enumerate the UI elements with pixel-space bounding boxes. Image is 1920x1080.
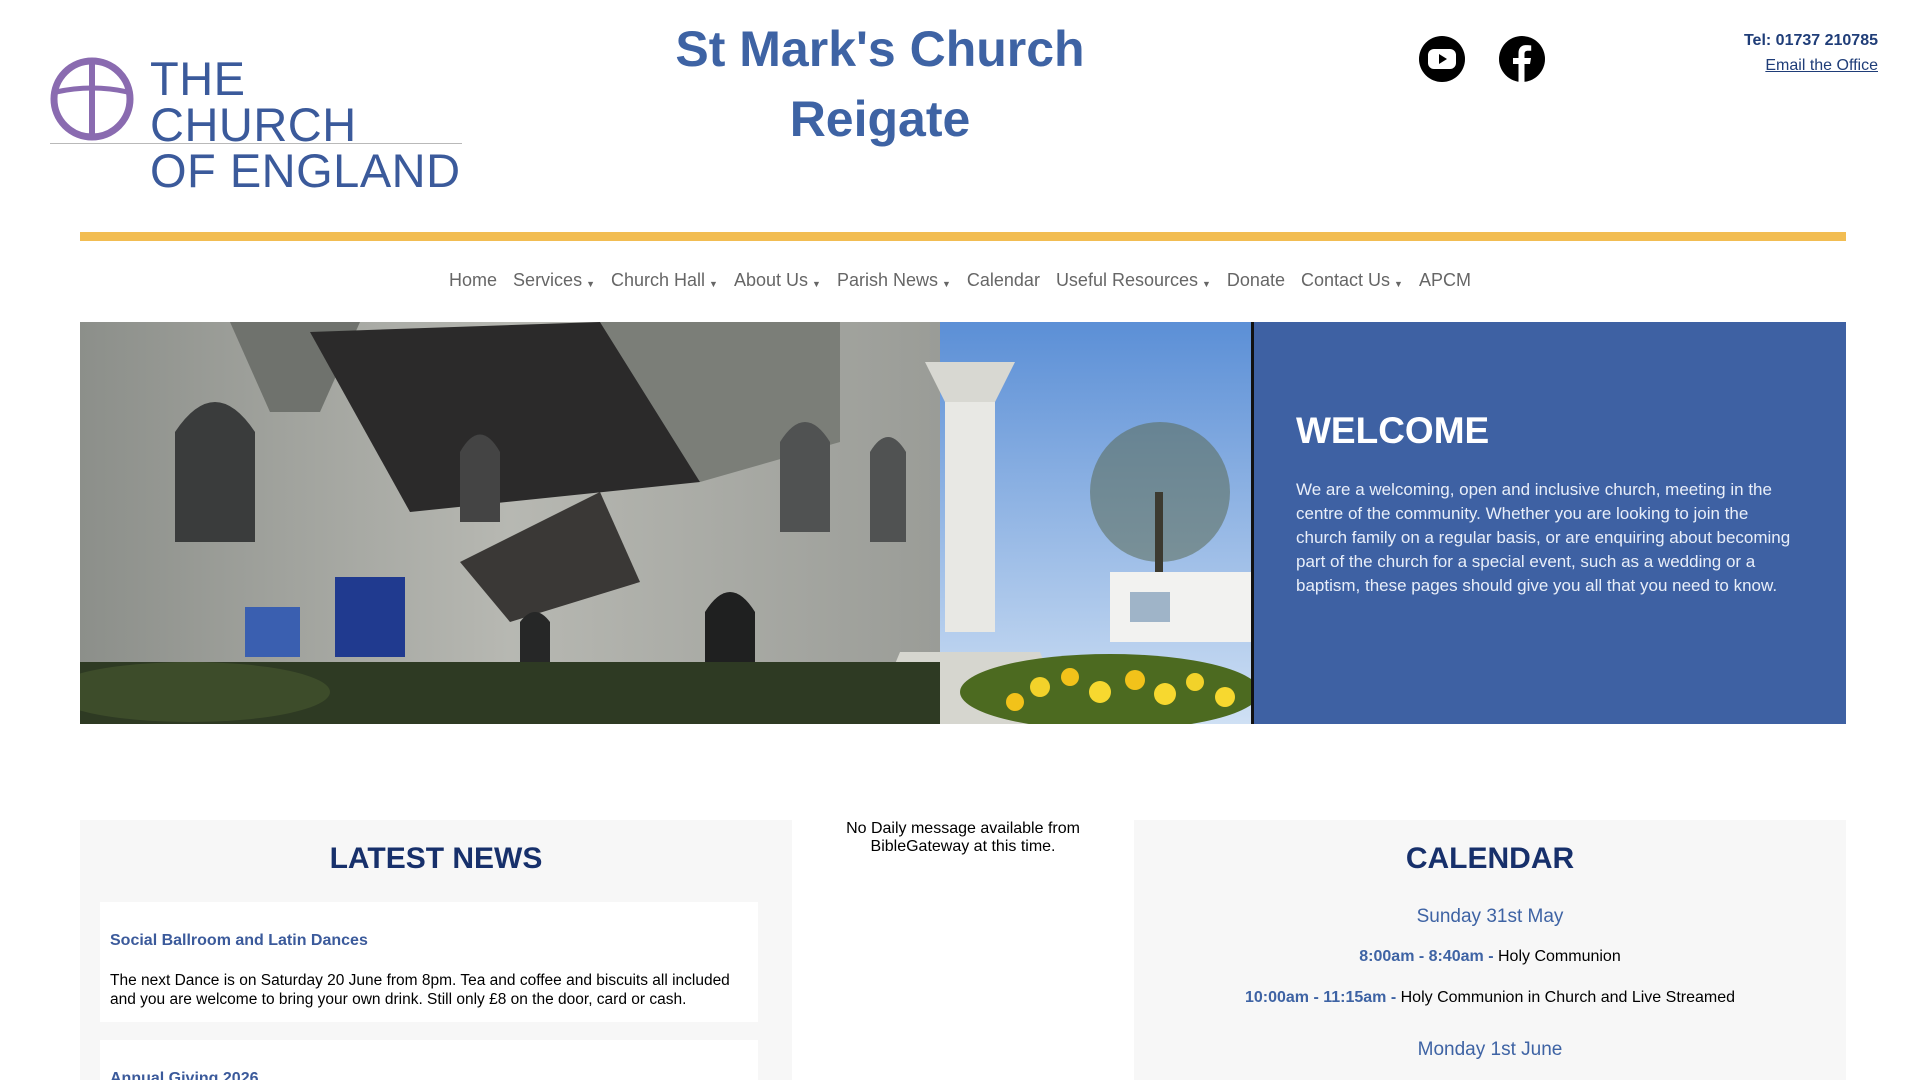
caret-down-icon: ▼ [1202,278,1211,289]
nav-home[interactable]: Home [449,270,497,291]
cross-circle-icon [50,57,134,141]
contact-info: Tel: 01737 210785 Email the Office [1744,28,1878,78]
daily-message: No Daily message available from BibleGat… [846,820,1080,855]
nav-useful-resources[interactable]: Useful Resources ▼ [1056,270,1211,291]
church-of-england-logo[interactable]: THE CHURCH OF ENGLAND [50,55,462,194]
nav-about-us[interactable]: About Us ▼ [734,270,821,291]
church-photo [80,322,1254,724]
caret-down-icon: ▼ [709,278,718,289]
facebook-icon [1513,45,1532,82]
nav-donate[interactable]: Donate [1227,270,1285,291]
caret-down-icon: ▼ [1394,278,1403,289]
main-nav: Home Services ▼ Church Hall ▼ About Us ▼ Pa… [0,270,1920,291]
calendar-event[interactable]: 10:00am - 11:15am - Holy Communion in Ch… [1134,989,1846,1007]
latest-news-section: LATEST NEWS Social Ballroom and Latin Da… [80,820,792,1080]
caret-down-icon: ▼ [941,278,951,289]
nav-services[interactable]: Services ▼ [513,270,595,291]
header-divider [80,232,1846,241]
news-item-title[interactable]: Annual Giving 2026 [110,1070,748,1080]
news-card: Social Ballroom and Latin Dances The nex… [100,902,758,1022]
latest-news-title: LATEST NEWS [329,842,543,875]
site-title: St Mark's Church Reigate [675,21,1085,147]
calendar-day: Monday 1st June [1417,1039,1563,1060]
caret-down-icon: ▼ [812,278,821,289]
youtube-icon [1428,49,1456,69]
logo-underline [50,143,462,144]
hero-banner: WELCOME We are a welcoming, open and inc… [80,322,1846,724]
phone-number: Tel: 01737 210785 [1743,32,1878,49]
nav-apcm[interactable]: APCM [1419,270,1471,291]
welcome-panel: WELCOME We are a welcoming, open and inc… [1254,322,1846,724]
welcome-title: WELCOME [1296,410,1490,451]
news-item-body: The next Dance is on Saturday 20 June fr… [110,972,730,1008]
calendar-section: CALENDAR Sunday 31st May 8:00am - 8:40am… [1134,820,1846,1080]
site-header: THE CHURCH OF ENGLAND St Mark's Church R… [0,0,1920,232]
nav-calendar[interactable]: Calendar [967,270,1040,291]
caret-down-icon: ▼ [586,278,595,289]
youtube-link[interactable] [1419,36,1465,82]
calendar-title: CALENDAR [1405,842,1575,875]
welcome-text: We are a welcoming, open and inclusive c… [1296,480,1791,595]
calendar-day: Sunday 31st May [1416,906,1564,927]
email-office-link[interactable]: Email the Office [1744,53,1878,78]
nav-church-hall[interactable]: Church Hall ▼ [611,270,718,291]
news-card: Annual Giving 2026 [100,1040,758,1080]
logo-wordmark: THE CHURCH OF ENGLAND [150,52,461,197]
calendar-event[interactable]: 8:00am - 8:40am - Holy Communion [1134,948,1846,966]
nav-parish-news[interactable]: Parish News ▼ [837,270,951,291]
nav-contact-us[interactable]: Contact Us ▼ [1301,270,1403,291]
facebook-link[interactable] [1499,36,1545,82]
news-item-title[interactable]: Social Ballroom and Latin Dances [110,932,748,950]
